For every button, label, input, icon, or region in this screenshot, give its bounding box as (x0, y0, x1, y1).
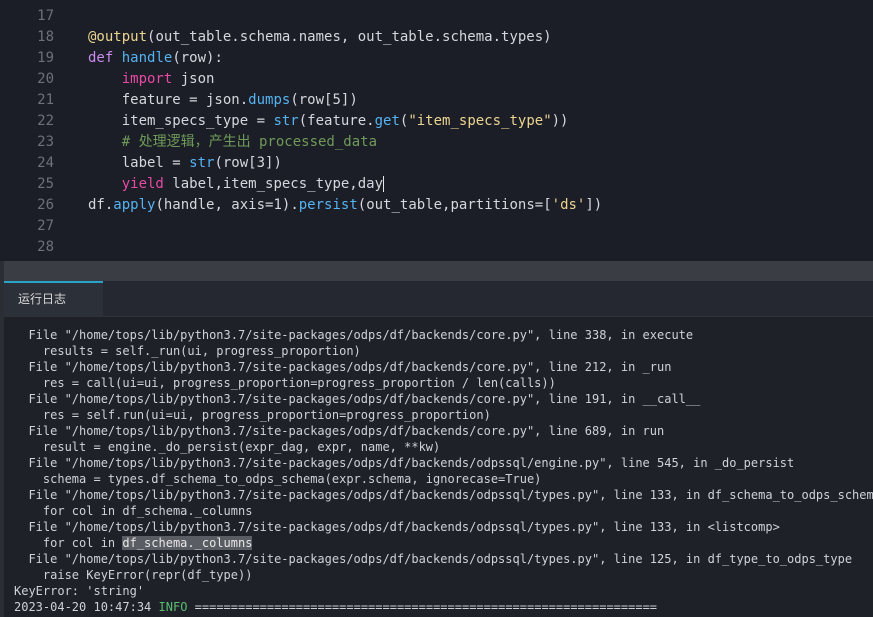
output-panel-tabbar: 运行日志 (4, 281, 873, 317)
decorator-token: @output (88, 29, 148, 45)
code-line-20[interactable]: import json (88, 69, 873, 90)
line-number: 27 (37, 218, 54, 234)
log-text: ========================================… (194, 600, 658, 614)
code-line-23[interactable]: # 处理逻辑，产生出 processed_data (88, 132, 873, 153)
function-call-token: apply (113, 197, 156, 213)
code-line-18[interactable]: @output(out_table.schema.names, out_tabl… (88, 27, 873, 48)
code-line-19[interactable]: def handle(row): (88, 48, 873, 69)
code-text: json (172, 71, 215, 87)
function-call-token: persist (298, 197, 358, 213)
line-number: 28 (37, 239, 54, 255)
log-line: results = self._run(ui, progress_proport… (14, 344, 361, 358)
panel-resize-divider[interactable] (4, 261, 873, 281)
line-number: 18 (37, 29, 54, 45)
string-token: "item_specs_type" (408, 113, 552, 129)
code-text: (row[5]) (290, 92, 358, 108)
line-number-gutter: 17 18 19 20 21 22 23 24 25 26 27 28 (4, 6, 88, 261)
code-line-21[interactable]: feature = json.dumps(row[5]) (88, 90, 873, 111)
code-line-17[interactable] (88, 6, 873, 27)
string-token: 'ds' (551, 197, 586, 213)
code-text: (row[3]) (214, 155, 282, 171)
code-text: df. (88, 197, 114, 213)
builtin-token: str (189, 155, 215, 171)
line-number: 24 (37, 155, 54, 171)
code-text: label = (88, 155, 190, 171)
line-number: 25 (37, 176, 54, 192)
log-line: File "/home/tops/lib/python3.7/site-pack… (14, 360, 672, 374)
log-line: File "/home/tops/lib/python3.7/site-pack… (14, 424, 665, 438)
code-text: label,item_specs_type,day (163, 176, 384, 192)
code-text: (row): (172, 50, 223, 66)
log-line: File "/home/tops/lib/python3.7/site-pack… (14, 488, 873, 502)
code-line-26[interactable]: df.apply(handle, axis=1).persist(out_tab… (88, 195, 873, 216)
text-cursor (383, 176, 385, 192)
log-line: result = engine._do_persist(expr_dag, ex… (14, 440, 441, 454)
line-number: 19 (37, 50, 54, 66)
code-editor[interactable]: 17 18 19 20 21 22 23 24 25 26 27 28 @out… (0, 0, 873, 261)
builtin-token: str (273, 113, 299, 129)
run-log-output: File "/home/tops/lib/python3.7/site-pack… (4, 318, 873, 617)
code-text: (out_table,partitions=[ (357, 197, 552, 213)
log-timestamp: 2023-04-20 10:47:34 (14, 600, 152, 614)
line-number: 22 (37, 113, 54, 129)
line-number: 20 (37, 71, 54, 87)
highlighted-selection: df_schema._columns (122, 536, 253, 550)
code-line-25[interactable]: yield label,item_specs_type,day (88, 174, 873, 195)
line-number: 26 (37, 197, 54, 213)
log-line: res = self.run(ui=ui, progress_proportio… (14, 408, 491, 422)
line-number: 21 (37, 92, 54, 108)
line-number: 23 (37, 134, 54, 150)
code-line-28[interactable] (88, 237, 873, 258)
code-text: item_specs_type = (88, 113, 274, 129)
log-line: File "/home/tops/lib/python3.7/site-pack… (14, 456, 795, 470)
code-text: )) (551, 113, 569, 129)
log-level-info: INFO (158, 600, 188, 614)
log-line: File "/home/tops/lib/python3.7/site-pack… (14, 520, 780, 534)
line-number: 17 (37, 8, 54, 24)
code-text: (handle, axis=1). (155, 197, 299, 213)
function-name-token: handle (121, 50, 173, 66)
log-line: File "/home/tops/lib/python3.7/site-pack… (14, 392, 701, 406)
log-line: raise KeyError(repr(df_type)) (14, 568, 253, 582)
code-text: feature = json. (88, 92, 249, 108)
code-line-22[interactable]: item_specs_type = str(feature.get("item_… (88, 111, 873, 132)
log-text: for col in (14, 536, 123, 550)
tab-run-log[interactable]: 运行日志 (4, 281, 103, 317)
keyword-token: yield (121, 176, 164, 192)
comment-token: # 处理逻辑，产生出 processed_data (121, 134, 378, 150)
keyword-token: def (88, 50, 114, 66)
code-text: (feature. (298, 113, 375, 129)
log-line: schema = types.df_schema_to_odps_schema(… (14, 472, 542, 486)
log-line-info: 2023-04-20 10:47:34 INFO ===============… (14, 599, 873, 615)
function-call-token: get (374, 113, 400, 129)
code-line-27[interactable] (88, 216, 873, 237)
log-line: KeyError: 'string' (14, 584, 145, 598)
code-text: ]) (585, 197, 603, 213)
code-line-24[interactable]: label = str(row[3]) (88, 153, 873, 174)
log-line: File "/home/tops/lib/python3.7/site-pack… (14, 552, 853, 566)
code-area[interactable]: @output(out_table.schema.names, out_tabl… (88, 6, 873, 261)
log-line: File "/home/tops/lib/python3.7/site-pack… (14, 328, 694, 342)
keyword-token: import (121, 71, 173, 87)
log-line: res = call(ui=ui, progress_proportion=pr… (14, 376, 556, 390)
function-call-token: dumps (248, 92, 291, 108)
log-line: for col in df_schema._columns (14, 535, 873, 551)
code-text: (out_table.schema.names, out_table.schem… (147, 29, 552, 45)
log-line: for col in df_schema._columns (14, 504, 253, 518)
